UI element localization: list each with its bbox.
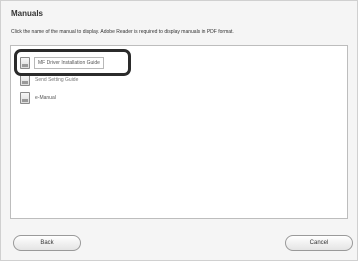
manuals-list: MF Driver Installation Guide Send Settin…: [10, 45, 348, 219]
dialog-title: Manuals: [11, 9, 44, 18]
cancel-button[interactable]: Cancel: [285, 235, 353, 251]
list-item-mf-driver-installation-guide[interactable]: MF Driver Installation Guide: [20, 56, 104, 70]
manual-label[interactable]: MF Driver Installation Guide: [34, 57, 104, 69]
list-item-e-manual[interactable]: e-Manual: [20, 91, 56, 105]
list-item-send-setting-guide[interactable]: Send Setting Guide: [20, 73, 78, 87]
manual-label[interactable]: Send Setting Guide: [35, 77, 78, 83]
manuals-dialog: Manuals Click the name of the manual to …: [0, 0, 358, 261]
dialog-description: Click the name of the manual to display.…: [11, 29, 234, 35]
manual-label[interactable]: e-Manual: [35, 95, 56, 101]
document-icon: [20, 74, 30, 86]
document-icon: [20, 92, 30, 104]
back-button[interactable]: Back: [13, 235, 81, 251]
document-icon: [20, 57, 30, 69]
